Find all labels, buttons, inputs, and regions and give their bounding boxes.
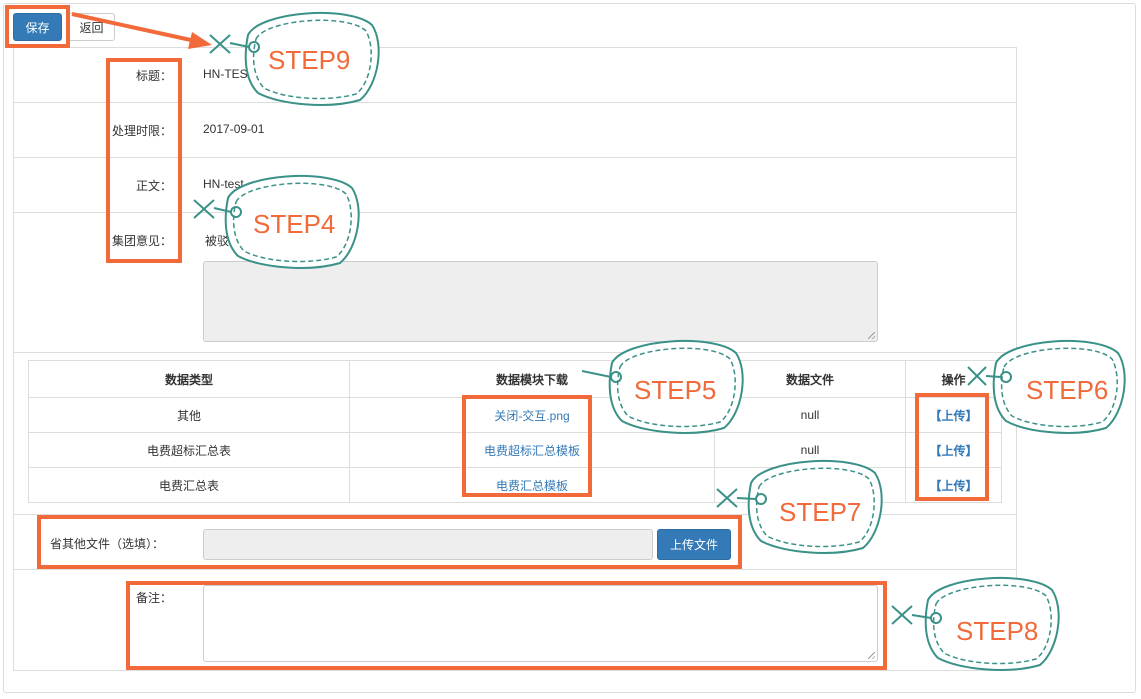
- table-row: 电费汇总表 电费汇总模板 【上传】: [28, 467, 1002, 503]
- upload-link[interactable]: 【上传】: [929, 444, 977, 458]
- title-label: 标题：: [135, 69, 172, 83]
- title-value: HN-TES: [203, 67, 248, 81]
- row-divider: [14, 569, 1016, 570]
- opinion-value: 被驳回: [205, 234, 242, 248]
- template-download-link[interactable]: 电费汇总模板: [496, 479, 568, 493]
- header-template-download: 数据模块下载: [349, 360, 715, 398]
- body-value: HN-test: [203, 177, 244, 191]
- header-data-file: 数据文件: [714, 360, 906, 398]
- row-divider: [14, 212, 1016, 213]
- form-container: [13, 47, 1017, 671]
- upload-link[interactable]: 【上传】: [929, 409, 977, 423]
- upload-link[interactable]: 【上传】: [929, 479, 977, 493]
- remark-label: 备注：: [135, 591, 172, 605]
- cell-type: 电费超标汇总表: [28, 432, 350, 468]
- other-files-label: 省其他文件（选填）：: [50, 537, 165, 551]
- body-label: 正文：: [135, 179, 172, 193]
- upload-file-button[interactable]: 上传文件: [657, 529, 731, 560]
- cell-file: null: [714, 432, 906, 468]
- opinion-label: 集团意见：: [111, 234, 172, 248]
- template-download-link[interactable]: 电费超标汇总模板: [484, 444, 580, 458]
- remark-textarea[interactable]: [203, 585, 878, 662]
- header-data-type: 数据类型: [28, 360, 350, 398]
- file-path-input[interactable]: [203, 529, 653, 560]
- cell-type: 电费汇总表: [28, 467, 350, 503]
- cell-file: null: [714, 397, 906, 433]
- cell-type: 其他: [28, 397, 350, 433]
- back-button[interactable]: 返回: [68, 13, 115, 41]
- resize-grip-icon[interactable]: [868, 332, 875, 339]
- row-divider: [14, 352, 1016, 353]
- table-row: 其他 关闭-交互.png null 【上传】: [28, 397, 1002, 433]
- cell-file: [714, 467, 906, 503]
- resize-grip-icon[interactable]: [868, 652, 875, 659]
- template-download-link[interactable]: 关闭-交互.png: [494, 409, 569, 423]
- row-divider: [14, 102, 1016, 103]
- opinion-textarea[interactable]: [203, 261, 878, 342]
- table-row: 电费超标汇总表 电费超标汇总模板 null 【上传】: [28, 432, 1002, 468]
- deadline-label: 处理时限：: [111, 124, 172, 138]
- header-action: 操作: [905, 360, 1002, 398]
- row-divider: [14, 514, 1016, 515]
- deadline-value: 2017-09-01: [203, 122, 265, 136]
- save-button[interactable]: 保存: [13, 13, 62, 41]
- data-table: 数据类型 数据模块下载 数据文件 操作 其他 关闭-交互.png null 【上…: [28, 360, 1002, 503]
- row-divider: [14, 157, 1016, 158]
- table-header-row: 数据类型 数据模块下载 数据文件 操作: [28, 360, 1002, 398]
